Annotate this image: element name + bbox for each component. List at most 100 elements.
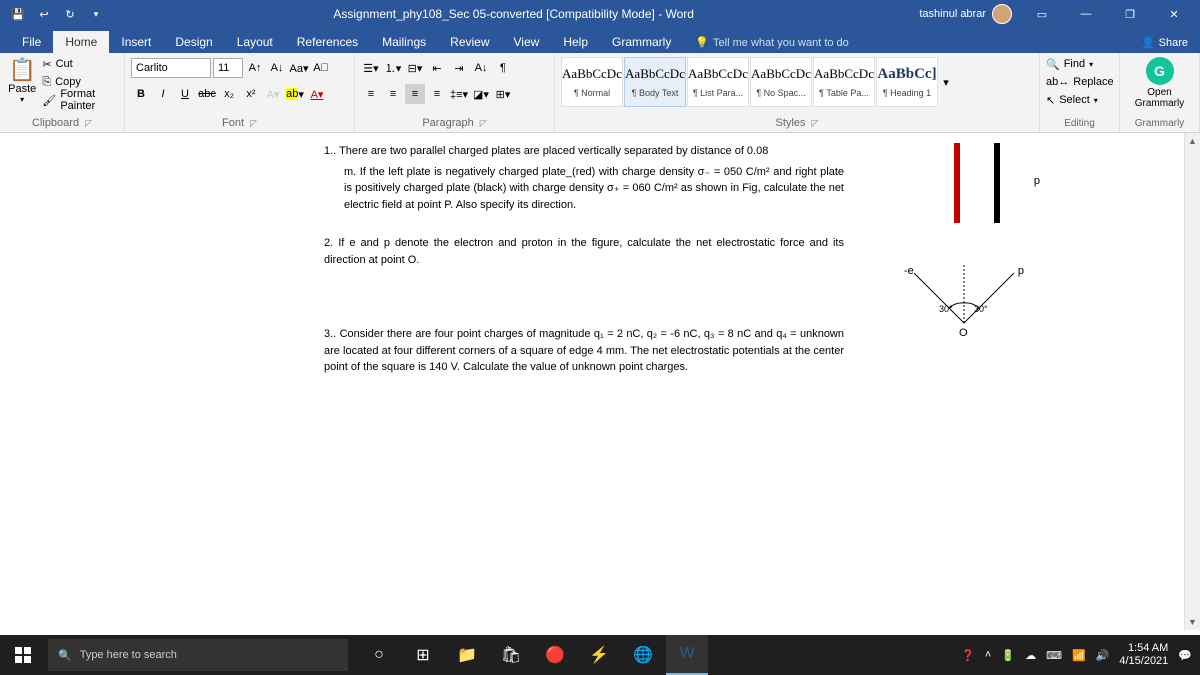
style-no-spacing[interactable]: AaBbCcDc¶ No Spac... — [750, 57, 812, 107]
tab-file[interactable]: File — [10, 31, 53, 53]
strikethrough-button[interactable]: abc — [197, 84, 217, 104]
styles-group-label: Styles — [776, 117, 806, 129]
sort-button[interactable]: A↓ — [471, 58, 491, 78]
borders-button[interactable]: ⊞▾ — [493, 84, 513, 104]
justify-button[interactable]: ≡ — [427, 84, 447, 104]
shrink-font-button[interactable]: A↓ — [267, 58, 287, 78]
wifi-icon[interactable]: 📶 — [1072, 649, 1086, 662]
font-size-input[interactable]: 11 — [213, 58, 243, 78]
cortana-icon[interactable]: ○ — [358, 635, 400, 675]
cloud-icon[interactable]: ☁ — [1025, 649, 1036, 662]
align-right-button[interactable]: ≡ — [405, 84, 425, 104]
scroll-down-icon[interactable]: ▼ — [1185, 614, 1200, 630]
shading-button[interactable]: ◪▾ — [471, 84, 491, 104]
dialog-launcher-icon[interactable]: ◸ — [480, 118, 487, 129]
style-list-para[interactable]: AaBbCcDc¶ List Para... — [687, 57, 749, 107]
increase-indent-button[interactable]: ⇥ — [449, 58, 469, 78]
open-grammarly-button[interactable]: G Open Grammarly — [1126, 55, 1193, 109]
app-icon-1[interactable]: 🔴 — [534, 635, 576, 675]
avatar — [992, 4, 1012, 24]
superscript-button[interactable]: x² — [241, 84, 261, 104]
style-table-para[interactable]: AaBbCcDc¶ Table Pa... — [813, 57, 875, 107]
minimize-icon[interactable]: — — [1066, 0, 1106, 28]
style-body-text[interactable]: AaBbCcDc¶ Body Text — [624, 57, 686, 107]
replace-button[interactable]: ab↔Replace — [1046, 73, 1113, 91]
share-button[interactable]: 👤 Share — [1129, 32, 1200, 53]
qat-more-icon[interactable]: ▾ — [84, 2, 108, 26]
tab-view[interactable]: View — [502, 31, 552, 53]
taskbar: 🔍 Type here to search ○ ⊞ 📁 🛍 🔴 ⚡ 🌐 W ❓ … — [0, 635, 1200, 675]
cut-button[interactable]: ✂Cut — [42, 55, 118, 73]
ribbon-options-icon[interactable]: ▭ — [1022, 0, 1062, 28]
tab-review[interactable]: Review — [438, 31, 501, 53]
tab-layout[interactable]: Layout — [225, 31, 285, 53]
numbering-button[interactable]: ⒈▾ — [383, 58, 403, 78]
vertical-scrollbar[interactable]: ▲ ▼ — [1184, 133, 1200, 630]
text-effects-button[interactable]: A▾ — [263, 84, 283, 104]
paste-button[interactable]: 📋 Paste ▾ — [6, 55, 38, 109]
redo-icon[interactable]: ↻ — [58, 2, 82, 26]
volume-icon[interactable]: 🔊 — [1096, 649, 1110, 662]
align-center-button[interactable]: ≡ — [383, 84, 403, 104]
dialog-launcher-icon[interactable]: ◸ — [812, 118, 819, 129]
question-2: 2. If e and p denote the electron and pr… — [324, 235, 844, 268]
notifications-icon[interactable]: 💬 — [1178, 649, 1192, 662]
taskbar-search[interactable]: 🔍 Type here to search — [48, 639, 348, 671]
app-icon-2[interactable]: ⚡ — [578, 635, 620, 675]
tab-references[interactable]: References — [285, 31, 370, 53]
tab-mailings[interactable]: Mailings — [370, 31, 438, 53]
word-icon[interactable]: W — [666, 635, 708, 675]
style-normal[interactable]: AaBbCcDc¶ Normal — [561, 57, 623, 107]
find-button[interactable]: 🔍Find▾ — [1046, 55, 1113, 73]
tab-home[interactable]: Home — [53, 31, 109, 53]
clock-time: 1:54 AM — [1119, 642, 1168, 655]
document-page[interactable]: 1.. There are two parallel charged plate… — [264, 133, 904, 390]
edge-icon[interactable]: 🌐 — [622, 635, 664, 675]
tell-me-search[interactable]: 💡 Tell me what you want to do — [683, 32, 860, 53]
grow-font-button[interactable]: A↑ — [245, 58, 265, 78]
figure-plates: p — [934, 143, 1034, 243]
undo-icon[interactable]: ↩ — [32, 2, 56, 26]
tab-design[interactable]: Design — [163, 31, 224, 53]
line-spacing-button[interactable]: ‡≡▾ — [449, 84, 469, 104]
tray-help-icon[interactable]: ❓ — [961, 649, 975, 662]
dialog-launcher-icon[interactable]: ◸ — [250, 118, 257, 129]
tab-grammarly[interactable]: Grammarly — [600, 31, 683, 53]
clear-formatting-button[interactable]: A⃠ — [311, 58, 331, 78]
store-icon[interactable]: 🛍 — [490, 635, 532, 675]
font-color-button[interactable]: A▾ — [307, 84, 327, 104]
clock[interactable]: 1:54 AM 4/15/2021 — [1119, 642, 1168, 668]
explorer-icon[interactable]: 📁 — [446, 635, 488, 675]
underline-button[interactable]: U — [175, 84, 195, 104]
show-marks-button[interactable]: ¶ — [493, 58, 513, 78]
tab-insert[interactable]: Insert — [109, 31, 163, 53]
maximize-icon[interactable]: ❐ — [1110, 0, 1150, 28]
save-icon[interactable]: 💾 — [6, 2, 30, 26]
document-area[interactable]: 1.. There are two parallel charged plate… — [0, 133, 1200, 630]
user-account[interactable]: tashinul abrar — [919, 4, 1012, 24]
select-button[interactable]: ↖Select▾ — [1046, 91, 1113, 109]
styles-more-button[interactable]: ▾ — [939, 76, 953, 89]
tray-chevron-icon[interactable]: ˄ — [985, 649, 991, 661]
subscript-button[interactable]: x₂ — [219, 84, 239, 104]
scroll-up-icon[interactable]: ▲ — [1185, 133, 1200, 149]
grammarly-icon: G — [1146, 57, 1174, 85]
bold-button[interactable]: B — [131, 84, 151, 104]
bullets-button[interactable]: ☰▾ — [361, 58, 381, 78]
battery-icon[interactable]: 🔋 — [1001, 649, 1015, 662]
format-painter-button[interactable]: 🖌Format Painter — [42, 91, 118, 109]
tab-help[interactable]: Help — [551, 31, 600, 53]
keyboard-icon[interactable]: ⌨ — [1046, 649, 1062, 662]
style-heading-1[interactable]: AaBbCc]¶ Heading 1 — [876, 57, 938, 107]
font-name-input[interactable]: Carlito — [131, 58, 211, 78]
multilevel-list-button[interactable]: ⊟▾ — [405, 58, 425, 78]
italic-button[interactable]: I — [153, 84, 173, 104]
close-icon[interactable]: ✕ — [1154, 0, 1194, 28]
start-button[interactable] — [0, 635, 46, 675]
change-case-button[interactable]: Aa▾ — [289, 58, 309, 78]
decrease-indent-button[interactable]: ⇤ — [427, 58, 447, 78]
align-left-button[interactable]: ≡ — [361, 84, 381, 104]
task-view-icon[interactable]: ⊞ — [402, 635, 444, 675]
highlight-button[interactable]: ab▾ — [285, 84, 305, 104]
dialog-launcher-icon[interactable]: ◸ — [85, 118, 92, 129]
